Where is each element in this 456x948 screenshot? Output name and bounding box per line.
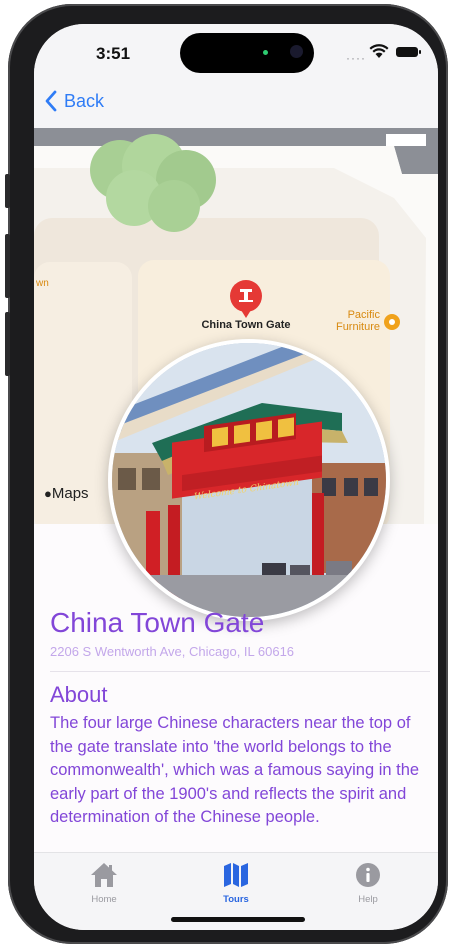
back-button[interactable]: Back: [44, 90, 104, 112]
tab-home[interactable]: Home: [54, 861, 154, 905]
status-time: 3:51: [96, 44, 131, 63]
tab-tours-label: Tours: [223, 894, 249, 905]
cellular-signal-icon: ····: [346, 51, 366, 65]
place-details: China Town Gate 2206 S Wentworth Ave, Ch…: [50, 606, 430, 830]
tab-tours[interactable]: Tours: [186, 861, 286, 905]
battery-icon: [396, 47, 421, 57]
poi-label: Pacific Furniture: [335, 309, 380, 333]
navigation-bar: Back: [34, 78, 438, 128]
poi-marker-icon[interactable]: [384, 314, 400, 330]
map-pin-label: China Town Gate: [201, 319, 291, 331]
place-address: 2206 S Wentworth Ave, Chicago, IL 60616: [50, 644, 295, 659]
front-camera: [290, 45, 303, 58]
tab-home-label: Home: [91, 894, 117, 905]
back-label: Back: [64, 90, 105, 111]
camera-indicator: [263, 50, 268, 55]
mute-switch: [5, 174, 10, 208]
section-divider: [50, 671, 430, 672]
info-icon: [356, 863, 380, 887]
maps-attribution[interactable]: ●Maps: [44, 485, 89, 502]
map-edge-label: wn: [36, 278, 49, 289]
place-photo: Welcome to Chinatown: [108, 339, 390, 621]
home-indicator[interactable]: [171, 917, 305, 922]
wifi-icon: [369, 44, 389, 58]
status-bar: 3:51 ····: [34, 24, 438, 78]
about-heading: About: [50, 682, 108, 707]
maps-attribution-label: Maps: [51, 485, 89, 502]
app-screen: 3:51 ···· Back China Town Gate Pacific F…: [34, 24, 438, 930]
phone-frame: 3:51 ···· Back China Town Gate Pacific F…: [5, 4, 448, 944]
tab-help-label: Help: [358, 894, 378, 905]
chevron-left-icon: [45, 90, 57, 112]
apple-logo-icon: ●: [44, 486, 52, 501]
volume-up-button: [5, 234, 10, 298]
tab-help[interactable]: Help: [318, 861, 418, 905]
gate-photo-illustration: Welcome to Chinatown: [112, 343, 386, 617]
place-title: China Town Gate: [50, 607, 265, 638]
about-description: The four large Chinese characters near t…: [50, 714, 420, 826]
map-icon: [224, 863, 248, 887]
house-icon: [91, 863, 117, 887]
volume-down-button: [5, 312, 10, 376]
